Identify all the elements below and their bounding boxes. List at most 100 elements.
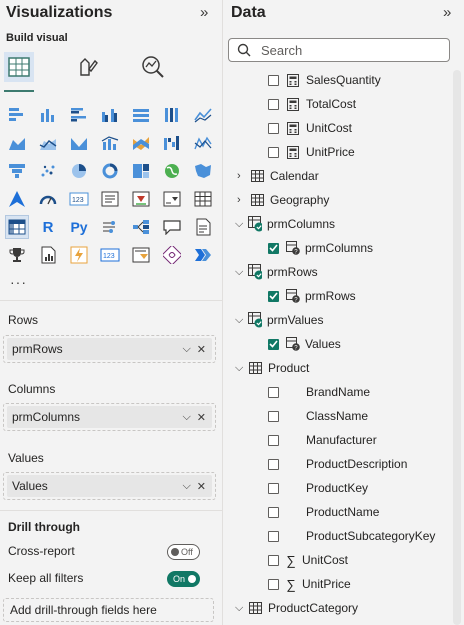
field-checkbox[interactable] — [268, 554, 279, 566]
field-checkbox-checked[interactable] — [268, 338, 279, 350]
filled-map-icon[interactable] — [192, 160, 214, 182]
field-row[interactable]: UnitCost — [268, 119, 352, 137]
stacked-bar-icon[interactable] — [6, 104, 28, 126]
waterfall-icon[interactable] — [161, 132, 183, 154]
field-checkbox[interactable] — [268, 482, 279, 494]
build-visual-tab[interactable] — [4, 52, 34, 82]
matrix-icon[interactable] — [5, 215, 29, 239]
field-row[interactable]: ∑ UnitPrice — [268, 575, 351, 593]
columns-field-pill[interactable]: prmColumns ⌵ ✕ — [7, 406, 212, 428]
columns-well[interactable]: prmColumns ⌵ ✕ — [3, 403, 216, 431]
field-checkbox[interactable] — [268, 410, 279, 422]
rows-field-pill[interactable]: prmRows ⌵ ✕ — [7, 338, 212, 360]
r-script-visual-icon[interactable]: R — [37, 216, 59, 238]
stacked-area-icon[interactable] — [37, 132, 59, 154]
smart-narrative-icon[interactable] — [192, 216, 214, 238]
apps-visual-icon[interactable] — [161, 244, 183, 266]
values-field-pill[interactable]: Values ⌵ ✕ — [7, 475, 212, 497]
field-checkbox[interactable] — [268, 530, 279, 542]
field-checkbox[interactable] — [268, 434, 279, 446]
line-and-stacked-column-icon[interactable] — [68, 132, 90, 154]
azure-map-icon[interactable] — [6, 188, 28, 210]
chevron-down-icon[interactable]: ⌵ — [235, 218, 245, 231]
field-checkbox[interactable] — [268, 146, 279, 158]
field-row[interactable]: ? prmRows — [268, 287, 356, 305]
remove-field-icon[interactable]: ✕ — [197, 411, 206, 424]
search-box[interactable] — [228, 38, 450, 62]
funnel-chart-icon[interactable] — [6, 160, 28, 182]
field-row[interactable]: ? Values — [268, 335, 341, 353]
scatter-chart-icon[interactable] — [37, 160, 59, 182]
collapse-visualizations-icon[interactable]: » — [200, 4, 208, 21]
chevron-down-icon[interactable]: ⌵ — [235, 602, 245, 615]
field-row[interactable]: ProductSubcategoryKey — [268, 527, 435, 545]
field-row[interactable]: ProductName — [268, 503, 379, 521]
analytics-tab[interactable] — [138, 52, 168, 82]
field-row[interactable]: ? prmColumns — [268, 239, 373, 257]
100-stacked-column-icon[interactable] — [161, 104, 183, 126]
remove-field-icon[interactable]: ✕ — [197, 480, 206, 493]
more-visuals-icon[interactable]: ··· — [10, 274, 27, 290]
clustered-column-icon[interactable] — [99, 104, 121, 126]
trophy-goals-icon[interactable] — [6, 244, 28, 266]
search-input[interactable] — [259, 41, 443, 59]
table-row-calendar[interactable]: › Calendar — [237, 167, 319, 185]
values-well[interactable]: Values ⌵ ✕ — [3, 472, 216, 500]
table-row-product[interactable]: ⌵ Product — [235, 359, 309, 377]
key-influencers-icon[interactable] — [99, 216, 121, 238]
donut-chart-icon[interactable] — [99, 160, 121, 182]
chevron-down-icon[interactable]: ⌵ — [182, 411, 190, 424]
field-checkbox-checked[interactable] — [268, 290, 279, 302]
field-row[interactable]: ClassName — [268, 407, 368, 425]
clustered-bar-icon[interactable] — [68, 104, 90, 126]
gauge-icon[interactable] — [37, 188, 59, 210]
field-checkbox[interactable] — [268, 122, 279, 134]
power-automate-flow-icon[interactable] — [192, 244, 214, 266]
table-row-prmvalues[interactable]: ⌵ prmValues — [235, 311, 323, 329]
power-automate-icon[interactable] — [68, 244, 90, 266]
chevron-down-icon[interactable]: ⌵ — [235, 362, 245, 375]
remove-field-icon[interactable]: ✕ — [197, 343, 206, 356]
field-checkbox[interactable] — [268, 578, 279, 590]
drill-through-drop-zone[interactable]: Add drill-through fields here — [3, 598, 214, 622]
field-checkbox[interactable] — [268, 458, 279, 470]
chevron-down-icon[interactable]: ⌵ — [182, 343, 190, 356]
slicer-icon[interactable] — [161, 188, 183, 210]
card-new-icon[interactable]: 123 — [99, 244, 121, 266]
field-row[interactable]: BrandName — [268, 383, 370, 401]
keep-all-filters-toggle[interactable]: On — [167, 571, 200, 587]
scrollbar[interactable] — [453, 70, 461, 625]
field-row[interactable]: ProductKey — [268, 479, 368, 497]
line-and-clustered-column-icon[interactable] — [99, 132, 121, 154]
field-checkbox[interactable] — [268, 74, 279, 86]
multi-row-card-icon[interactable] — [99, 188, 121, 210]
field-row[interactable]: UnitPrice — [268, 143, 355, 161]
table-slicer-icon[interactable] — [130, 244, 152, 266]
paginated-report-icon[interactable] — [37, 244, 59, 266]
decomposition-tree-icon[interactable] — [130, 216, 152, 238]
table-row-geography[interactable]: › Geography — [237, 191, 329, 209]
map-icon[interactable] — [161, 160, 183, 182]
field-checkbox[interactable] — [268, 98, 279, 110]
kpi-icon[interactable] — [130, 188, 152, 210]
rows-well[interactable]: prmRows ⌵ ✕ — [3, 335, 216, 363]
pie-chart-icon[interactable] — [68, 160, 90, 182]
qa-visual-icon[interactable] — [161, 216, 183, 238]
collapse-data-icon[interactable]: » — [443, 4, 451, 21]
chevron-down-icon[interactable]: ⌵ — [182, 480, 190, 493]
chevron-right-icon[interactable]: › — [237, 194, 247, 206]
stacked-column-icon[interactable] — [37, 104, 59, 126]
card-icon[interactable]: 123 — [68, 188, 90, 210]
field-row[interactable]: ProductDescription — [268, 455, 407, 473]
chevron-right-icon[interactable]: › — [237, 170, 247, 182]
line-chart-icon[interactable] — [192, 104, 214, 126]
field-checkbox[interactable] — [268, 386, 279, 398]
funnel-icon[interactable] — [192, 132, 214, 154]
field-row[interactable]: Manufacturer — [268, 431, 377, 449]
table-row-prmcolumns[interactable]: ⌵ prmColumns — [235, 215, 335, 233]
area-chart-icon[interactable] — [6, 132, 28, 154]
field-checkbox[interactable] — [268, 506, 279, 518]
100-stacked-bar-icon[interactable] — [130, 104, 152, 126]
ribbon-chart-icon[interactable] — [130, 132, 152, 154]
table-row-prmrows[interactable]: ⌵ prmRows — [235, 263, 318, 281]
